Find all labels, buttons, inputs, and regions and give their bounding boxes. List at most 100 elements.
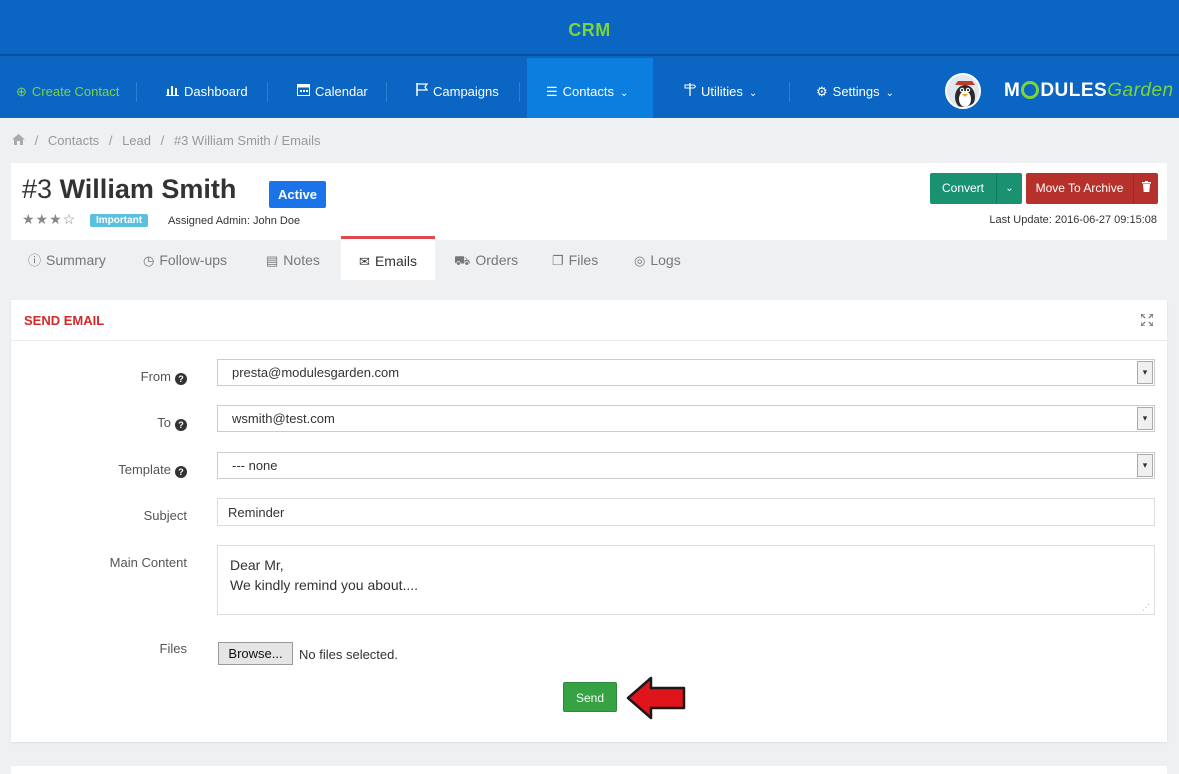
info-icon: ⓘ xyxy=(28,253,42,268)
clock-icon: ◷ xyxy=(143,253,155,268)
chevron-down-icon: ⌄ xyxy=(748,88,758,99)
chevron-down-icon: ▾ xyxy=(1137,361,1153,384)
help-icon[interactable]: ? xyxy=(175,373,187,385)
breadcrumb-lead[interactable]: Lead xyxy=(122,133,151,148)
nav-calendar[interactable]: Calendar xyxy=(297,58,368,118)
send-email-panel: SEND EMAIL From? presta@modulesgarden.co… xyxy=(11,300,1167,742)
red-arrow-icon xyxy=(626,676,686,720)
plus-circle-icon: ⊕ xyxy=(16,84,27,99)
nav-contacts[interactable]: ☰ Contacts ⌄ xyxy=(546,58,628,118)
home-icon[interactable] xyxy=(12,133,29,148)
subject-input[interactable] xyxy=(217,498,1155,526)
tab-logs[interactable]: ◎ Logs xyxy=(634,236,681,280)
logo-text-rest: DULES xyxy=(1040,80,1108,101)
tab-orders[interactable]: ⛟ Orders xyxy=(454,236,518,280)
list-icon: ☰ xyxy=(546,84,558,99)
to-value: wsmith@test.com xyxy=(232,411,335,426)
resize-handle-icon[interactable]: ⋰ xyxy=(1142,603,1150,612)
nav-divider xyxy=(136,82,137,102)
panel-title: SEND EMAIL xyxy=(24,313,105,328)
chevron-down-icon: ⌄ xyxy=(1005,183,1014,194)
expand-icon[interactable] xyxy=(1140,313,1154,329)
from-select[interactable]: presta@modulesgarden.com ▾ xyxy=(217,359,1155,386)
page-title: #3 William Smith xyxy=(22,174,236,205)
contact-header: #3 William Smith Active ★★★☆ Important A… xyxy=(11,163,1167,240)
template-label: Template? xyxy=(118,462,187,478)
modulesgarden-logo: M DULESGarden xyxy=(1004,80,1174,102)
help-icon[interactable]: ? xyxy=(175,466,187,478)
comment-icon: ▤ xyxy=(266,253,279,268)
nav-campaigns-label: Campaigns xyxy=(433,84,499,99)
logo-text-garden: Garden xyxy=(1107,80,1174,101)
chevron-down-icon: ▾ xyxy=(1137,454,1153,477)
move-to-archive-button[interactable]: Move To Archive xyxy=(1026,173,1133,204)
tab-follow-ups[interactable]: ◷ Follow-ups xyxy=(143,236,227,280)
tab-files[interactable]: ❐ Files xyxy=(552,236,598,280)
breadcrumb-contacts[interactable]: Contacts xyxy=(48,133,99,148)
tab-notes[interactable]: ▤ Notes xyxy=(266,236,320,280)
from-label: From? xyxy=(141,369,187,385)
delete-button[interactable] xyxy=(1133,173,1158,204)
last-update: Last Update: 2016-06-27 09:15:08 xyxy=(989,214,1157,226)
breadcrumb: / Contacts / Lead / #3 William Smith / E… xyxy=(12,133,327,148)
main-content-label: Main Content xyxy=(109,555,187,570)
files-label: Files xyxy=(159,641,187,656)
flag-icon xyxy=(416,58,429,126)
nav-calendar-label: Calendar xyxy=(315,84,368,99)
tab-emails[interactable]: ✉ Emails xyxy=(341,236,435,280)
browse-button[interactable]: Browse... xyxy=(218,642,293,665)
template-label-text: Template xyxy=(118,462,171,477)
nav-divider xyxy=(267,82,268,102)
help-icon[interactable]: ? xyxy=(175,419,187,431)
panel-header: SEND EMAIL xyxy=(11,300,1167,341)
tab-label: Files xyxy=(568,252,599,268)
nav-create-contact[interactable]: ⊕ Create Contact xyxy=(16,58,119,118)
main-content-textarea[interactable]: Dear Mr, We kindly remind you about.... xyxy=(217,545,1155,615)
nav-utilities-label: Utilities xyxy=(701,84,743,99)
template-value: --- none xyxy=(232,458,278,473)
avatar[interactable] xyxy=(945,73,981,109)
envelope-open-icon: ✉ xyxy=(359,254,370,269)
convert-dropdown-button[interactable]: ⌄ xyxy=(996,173,1022,204)
template-select[interactable]: --- none ▾ xyxy=(217,452,1155,479)
gear-icon: ⚙ xyxy=(816,84,828,99)
from-label-text: From xyxy=(140,369,171,384)
life-ring-icon: ◎ xyxy=(634,253,646,268)
nav-utilities[interactable]: Utilities ⌄ xyxy=(684,58,757,118)
rating-stars[interactable]: ★★★☆ xyxy=(22,211,76,228)
chevron-down-icon: ⌄ xyxy=(619,88,629,99)
nav-dashboard[interactable]: Dashboard xyxy=(166,58,248,118)
logo-o-icon xyxy=(1021,81,1040,99)
nav-divider xyxy=(386,82,387,102)
contact-tabs: ⓘ Summary ◷ Follow-ups ▤ Notes ✉ Emails ⛟ Ord… xyxy=(11,236,1167,280)
main-nav: ⊕ Create Contact Dashboard Calendar Campa… xyxy=(0,58,1179,118)
breadcrumb-current: #3 William Smith / Emails xyxy=(173,133,321,148)
contact-number: #3 xyxy=(22,174,53,204)
next-panel-edge xyxy=(11,766,1167,774)
tab-label: Logs xyxy=(650,252,681,268)
tab-label: Orders xyxy=(475,252,519,268)
brand-row: CRM xyxy=(0,0,1179,56)
send-button[interactable]: Send xyxy=(563,682,617,712)
top-header: CRM ⊕ Create Contact Dashboard Calendar C… xyxy=(0,0,1179,118)
files-icon: ❐ xyxy=(552,253,564,268)
to-label: To? xyxy=(157,415,187,431)
breadcrumb-separator: / xyxy=(34,133,39,148)
to-select[interactable]: wsmith@test.com ▾ xyxy=(217,405,1155,432)
calendar-icon xyxy=(297,58,310,126)
breadcrumb-separator: / xyxy=(108,133,113,148)
assigned-admin: Assigned Admin: John Doe xyxy=(168,215,301,227)
breadcrumb-separator: / xyxy=(160,133,165,148)
tab-label: Notes xyxy=(283,252,320,268)
nav-divider xyxy=(789,82,790,102)
tab-label: Emails xyxy=(374,253,417,269)
app-title: CRM xyxy=(568,20,611,40)
convert-button[interactable]: Convert xyxy=(930,173,996,204)
tab-summary[interactable]: ⓘ Summary xyxy=(28,236,106,280)
no-files-text: No files selected. xyxy=(299,647,398,662)
nav-create-contact-label: Create Contact xyxy=(31,84,120,99)
nav-settings[interactable]: ⚙ Settings ⌄ xyxy=(816,58,894,118)
nav-contacts-label: Contacts xyxy=(562,84,614,99)
nav-campaigns[interactable]: Campaigns xyxy=(416,58,499,118)
tab-label: Follow-ups xyxy=(159,252,228,268)
